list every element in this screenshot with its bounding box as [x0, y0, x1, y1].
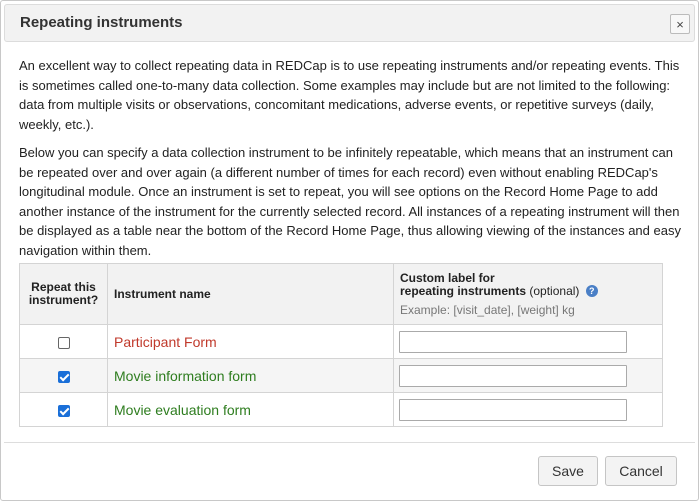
header-custom-label: Custom label for repeating instruments (…: [393, 263, 663, 325]
repeat-checkbox[interactable]: [57, 336, 70, 349]
table-row: Participant Form: [19, 324, 663, 359]
repeat-cell: [19, 358, 108, 393]
header-label-line2: repeating instruments: [400, 283, 527, 298]
header-label-example: Example: [visit_date], [weight] kg: [400, 302, 575, 317]
custom-label-cell: [393, 392, 663, 427]
footer-divider: [4, 442, 695, 443]
table-row: Movie evaluation form: [19, 392, 663, 427]
repeat-checkbox[interactable]: [57, 404, 70, 417]
dialog-titlebar: Repeating instruments ×: [4, 4, 695, 42]
custom-label-input[interactable]: [399, 364, 627, 387]
header-repeat: Repeat this instrument?: [19, 263, 108, 325]
instrument-name: Movie information form: [114, 367, 257, 384]
close-icon[interactable]: ×: [670, 14, 690, 34]
table-row: Movie information form: [19, 358, 663, 393]
custom-label-input[interactable]: [399, 330, 627, 353]
instrument-name-cell: Participant Form: [107, 324, 394, 359]
intro-paragraph-1: An excellent way to collect repeating da…: [19, 58, 680, 132]
dialog-title: Repeating instruments: [20, 14, 183, 31]
intro-text: An excellent way to collect repeating da…: [19, 56, 681, 260]
instrument-name-cell: Movie evaluation form: [107, 392, 394, 427]
header-label-line1: Custom label for: [400, 270, 495, 285]
help-icon[interactable]: ?: [585, 285, 598, 298]
instrument-name-cell: Movie information form: [107, 358, 394, 393]
header-instrument-name: Instrument name: [107, 263, 394, 325]
instrument-name: Movie evaluation form: [114, 401, 251, 418]
custom-label-cell: [393, 324, 663, 359]
custom-label-cell: [393, 358, 663, 393]
instruments-table: Repeat this instrument? Instrument name …: [19, 263, 663, 427]
instrument-name: Participant Form: [114, 333, 217, 350]
repeat-cell: [19, 324, 108, 359]
header-label-optional: (optional): [529, 283, 580, 298]
repeat-checkbox[interactable]: [57, 370, 70, 383]
repeating-instruments-dialog: Repeating instruments × An excellent way…: [0, 0, 699, 501]
intro-paragraph-2: Below you can specify a data collection …: [19, 145, 681, 258]
cancel-button[interactable]: Cancel: [605, 456, 677, 486]
custom-label-input[interactable]: [399, 398, 627, 421]
repeat-cell: [19, 392, 108, 427]
save-button[interactable]: Save: [538, 456, 598, 486]
